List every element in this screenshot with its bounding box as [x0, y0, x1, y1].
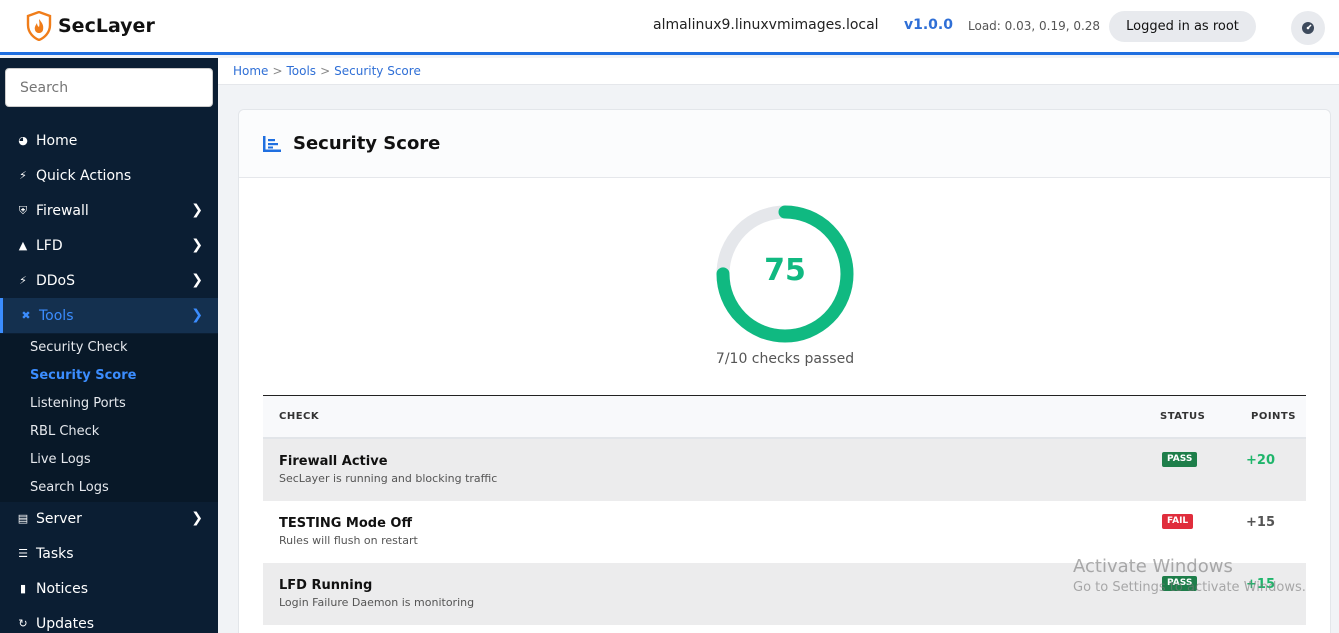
sidebar-item-tasks[interactable]: ☰ Tasks: [0, 536, 218, 571]
load-average: Load: 0.03, 0.19, 0.28: [968, 19, 1101, 33]
sidebar-item-quick-actions[interactable]: ⚡ Quick Actions: [0, 158, 218, 193]
brand-logo[interactable]: SecLayer: [26, 11, 155, 41]
submenu-listening-ports[interactable]: Listening Ports: [30, 396, 126, 411]
sidebar-item-tools[interactable]: ✖ Tools ❯: [0, 298, 218, 333]
top-header: SecLayer almalinux9.linuxvmimages.local …: [0, 0, 1339, 55]
column-header-status: STATUS: [1160, 411, 1206, 422]
submenu-security-check[interactable]: Security Check: [30, 340, 128, 355]
dashboard-icon: ◕: [18, 134, 28, 147]
sidebar-item-ddos[interactable]: ⚡ DDoS ❯: [0, 263, 218, 298]
search-input[interactable]: [5, 68, 213, 107]
sidebar-item-label: Firewall: [36, 202, 89, 219]
message-icon: ▮: [19, 582, 27, 595]
warning-icon: ▲: [18, 239, 28, 252]
submenu-security-score[interactable]: Security Score: [30, 368, 136, 383]
security-score-card: Security Score 75 7/10 checks passed CHE…: [238, 109, 1331, 633]
user-badge[interactable]: Logged in as root: [1109, 11, 1256, 42]
theme-toggle-button[interactable]: [1291, 11, 1325, 45]
breadcrumb-separator: >: [272, 64, 283, 78]
submenu-rbl-check[interactable]: RBL Check: [30, 424, 99, 439]
sidebar-item-label: Quick Actions: [36, 167, 132, 184]
column-header-points: POINTS: [1251, 411, 1296, 422]
shield-icon: ⛨: [18, 203, 28, 217]
sidebar-item-notices[interactable]: ▮ Notices: [0, 571, 218, 606]
breadcrumb: Home > Tools > Security Score: [218, 58, 1339, 85]
shield-flame-icon: [26, 11, 52, 41]
sidebar-item-updates[interactable]: ↻ Updates: [0, 606, 218, 633]
breadcrumb-home[interactable]: Home: [233, 64, 268, 78]
bolt-icon: ⚡: [19, 274, 27, 287]
server-icon: ▤: [17, 512, 29, 525]
card-header: Security Score: [239, 110, 1330, 178]
page-title: Security Score: [293, 133, 441, 154]
sidebar-item-label: Tools: [39, 307, 74, 324]
breadcrumb-separator: >: [320, 64, 331, 78]
status-badge: PASS: [1162, 452, 1198, 467]
check-name: TESTING Mode Off: [279, 516, 412, 531]
check-description: Login Failure Daemon is monitoring: [279, 596, 475, 609]
chevron-right-icon: ❯: [191, 237, 203, 253]
breadcrumb-current: Security Score: [334, 64, 421, 78]
table-row: Firewall Active SecLayer is running and …: [263, 439, 1306, 501]
sidebar-item-label: Updates: [36, 615, 94, 632]
sidebar-item-label: Home: [36, 132, 78, 149]
sidebar: ◕ Home ⚡ Quick Actions ⛨ Firewall ❯ ▲ LF…: [0, 58, 218, 633]
sidebar-item-label: DDoS: [36, 272, 76, 289]
sidebar-item-label: Tasks: [36, 545, 74, 562]
check-name: LFD Running: [279, 578, 373, 593]
table-header: CHECK STATUS POINTS: [263, 396, 1306, 439]
sidebar-item-label: Server: [36, 510, 82, 527]
sidebar-item-label: LFD: [36, 237, 63, 254]
chevron-right-icon: ❯: [191, 307, 203, 323]
hostname-label: almalinux9.linuxvmimages.local: [653, 17, 879, 33]
sidebar-item-home[interactable]: ◕ Home: [0, 123, 218, 158]
sidebar-item-server[interactable]: ▤ Server ❯: [0, 501, 218, 536]
bar-chart-icon: [263, 136, 281, 152]
check-name: Firewall Active: [279, 454, 388, 469]
checks-passed-text: 7/10 checks passed: [715, 351, 855, 367]
version-label: v1.0.0: [904, 17, 953, 33]
check-points: +15: [1246, 515, 1275, 530]
tools-submenu: [0, 334, 218, 502]
chevron-right-icon: ❯: [191, 272, 203, 288]
bolt-icon: ⚡: [19, 169, 27, 182]
activation-watermark-title: Activate Windows: [1073, 556, 1233, 577]
sidebar-item-lfd[interactable]: ▲ LFD ❯: [0, 228, 218, 263]
sidebar-item-firewall[interactable]: ⛨ Firewall ❯: [0, 193, 218, 228]
activation-watermark-text: Go to Settings to activate Windows.: [1073, 580, 1306, 595]
check-description: SecLayer is running and blocking traffic: [279, 472, 498, 485]
column-header-check: CHECK: [279, 411, 320, 422]
submenu-live-logs[interactable]: Live Logs: [30, 452, 91, 467]
tools-icon: ✖: [21, 309, 31, 322]
brand-name: SecLayer: [58, 15, 155, 37]
check-description: Rules will flush on restart: [279, 534, 418, 547]
sidebar-item-label: Notices: [36, 580, 89, 597]
score-value: 75: [764, 253, 806, 288]
gauge-icon: [1302, 22, 1314, 34]
submenu-search-logs[interactable]: Search Logs: [30, 480, 109, 495]
table-row: TESTING Mode Off Rules will flush on res…: [263, 501, 1306, 563]
breadcrumb-tools[interactable]: Tools: [287, 64, 317, 78]
refresh-icon: ↻: [18, 617, 28, 630]
list-icon: ☰: [18, 547, 28, 560]
check-points: +20: [1246, 453, 1275, 468]
chevron-right-icon: ❯: [191, 202, 203, 218]
chevron-right-icon: ❯: [191, 510, 203, 526]
status-badge: FAIL: [1162, 514, 1194, 529]
